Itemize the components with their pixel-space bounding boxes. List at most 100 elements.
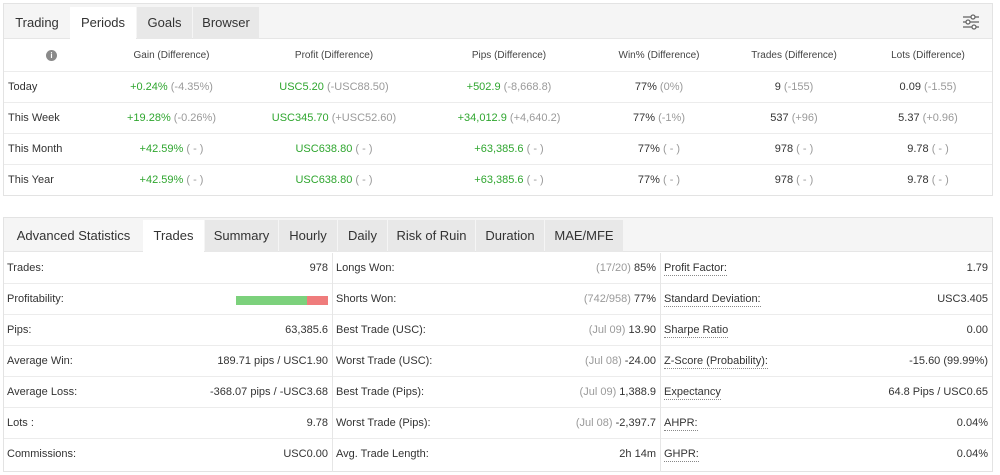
lots-value: 9.78 bbox=[907, 142, 929, 155]
pips-difference: (-8,668.8) bbox=[503, 80, 552, 93]
lots-cell: 9.78 ( - ) bbox=[864, 164, 992, 195]
tab-risk-of-ruin[interactable]: Risk of Ruin bbox=[388, 220, 475, 252]
stat-value: 0.00 bbox=[966, 324, 988, 336]
trades-difference: ( - ) bbox=[796, 142, 814, 155]
stat-row: Best Trade (USC): (Jul 09) 13.90 bbox=[333, 315, 660, 346]
stat-value-group: (Jul 09) 13.90 bbox=[589, 315, 656, 346]
profit-difference: ( - ) bbox=[355, 142, 373, 155]
stat-label[interactable]: Sharpe Ratio bbox=[664, 324, 729, 338]
win-difference: (0%) bbox=[659, 80, 684, 93]
stat-label[interactable]: AHPR: bbox=[664, 417, 698, 431]
stat-row: Expectancy 64.8 Pips / USC0.65 bbox=[661, 377, 992, 408]
stat-value: 1,388.9 bbox=[619, 386, 656, 398]
stat-label: Commissions: bbox=[7, 448, 77, 460]
gain-difference: ( - ) bbox=[186, 142, 204, 155]
stat-label[interactable]: Standard Deviation: bbox=[664, 293, 761, 307]
stat-label: Worst Trade (Pips): bbox=[336, 417, 431, 429]
stat-detail: (Jul 08) bbox=[585, 355, 622, 367]
stats-column-left: Trades: 978 Profitability: Pips: 63,385.6 Ave… bbox=[4, 253, 332, 470]
tab-mae-mfe[interactable]: MAE/MFE bbox=[545, 220, 623, 252]
stat-value: USC3.405 bbox=[937, 293, 988, 305]
tab-summary[interactable]: Summary bbox=[205, 220, 278, 252]
stat-row: GHPR: 0.04% bbox=[661, 439, 992, 470]
advanced-statistics-panel: Advanced Statistics Trades Summary Hourl… bbox=[3, 217, 993, 472]
period-label: This Week bbox=[4, 102, 99, 134]
stat-value: 0.04% bbox=[956, 448, 988, 460]
stat-label-wrap: Standard Deviation: bbox=[664, 284, 761, 315]
stat-label: Avg. Trade Length: bbox=[336, 448, 429, 460]
profitability-bar bbox=[236, 296, 328, 305]
stat-row: Pips: 63,385.6 bbox=[4, 315, 332, 346]
column-header: Trades (Difference) bbox=[724, 40, 864, 72]
filter-settings-icon[interactable] bbox=[962, 13, 980, 31]
profit-cell: USC5.20 (-USC88.50) bbox=[244, 71, 424, 103]
column-header: Win% (Difference) bbox=[594, 40, 724, 72]
tab-browser[interactable]: Browser bbox=[193, 7, 259, 39]
tab-duration[interactable]: Duration bbox=[476, 220, 544, 252]
win-difference: ( - ) bbox=[662, 142, 681, 155]
pips-difference: ( - ) bbox=[526, 142, 544, 155]
stat-label: Best Trade (USC): bbox=[336, 324, 426, 336]
stat-value: 64.8 Pips / USC0.65 bbox=[888, 386, 988, 398]
pips-value: +63,385.6 bbox=[474, 173, 524, 186]
stat-detail: (Jul 09) bbox=[588, 324, 626, 336]
gain-cell: +19.28% (-0.26%) bbox=[99, 102, 244, 134]
stat-value: USC0.00 bbox=[283, 448, 328, 460]
win-cell: 77% ( - ) bbox=[594, 133, 724, 165]
stat-value-group: (Jul 09) 1,388.9 bbox=[580, 377, 656, 408]
stat-row: Average Loss: -368.07 pips / -USC3.68 bbox=[4, 377, 332, 408]
lots-difference: ( - ) bbox=[931, 173, 949, 186]
lots-difference: (+0.96) bbox=[922, 111, 958, 124]
tab-daily[interactable]: Daily bbox=[338, 220, 387, 252]
stat-value: 85% bbox=[633, 262, 656, 274]
column-header: Gain (Difference) bbox=[99, 40, 244, 72]
profit-value: USC345.70 bbox=[271, 111, 329, 124]
lots-value: 9.78 bbox=[907, 173, 929, 186]
period-label: This Year bbox=[8, 173, 54, 186]
tab-trades[interactable]: Trades bbox=[143, 220, 204, 252]
info-icon[interactable]: i bbox=[46, 49, 57, 61]
stat-row: Worst Trade (USC): (Jul 08) -24.00 bbox=[333, 346, 660, 377]
periods-header-row: i Gain (Difference) Profit (Difference) … bbox=[4, 40, 992, 72]
tab-goals[interactable]: Goals bbox=[137, 7, 192, 39]
stat-label-wrap: AHPR: bbox=[664, 408, 698, 439]
stat-row: Lots : 9.78 bbox=[4, 408, 332, 439]
gain-value: +0.24% bbox=[130, 80, 168, 93]
stat-label[interactable]: Z-Score (Probability): bbox=[664, 355, 768, 369]
gain-value: +42.59% bbox=[139, 173, 184, 186]
tab-periods[interactable]: Periods bbox=[70, 7, 136, 39]
stat-label[interactable]: GHPR: bbox=[664, 448, 699, 462]
stat-label[interactable]: Profit Factor: bbox=[664, 262, 727, 276]
stat-value: 77% bbox=[633, 293, 656, 305]
stat-value: -2,397.7 bbox=[615, 417, 656, 429]
stat-row: Standard Deviation: USC3.405 bbox=[661, 284, 992, 315]
period-label: This Month bbox=[4, 133, 99, 165]
profit-cell: USC638.80 ( - ) bbox=[244, 133, 424, 165]
tab-trading[interactable]: Trading bbox=[4, 7, 70, 39]
tab-hourly[interactable]: Hourly bbox=[279, 220, 337, 252]
stat-value: 978 bbox=[309, 262, 328, 274]
stat-value-group: 2h 14m bbox=[619, 439, 656, 470]
pips-cell: +63,385.6 ( - ) bbox=[424, 133, 594, 165]
lots-cell: 0.09 (-1.55) bbox=[864, 71, 992, 103]
stat-row: AHPR: 0.04% bbox=[661, 408, 992, 439]
stat-value-group: (17/20) 85% bbox=[596, 253, 656, 284]
profitability-won-fill bbox=[236, 296, 307, 305]
profit-difference: (-USC88.50) bbox=[326, 80, 389, 93]
stat-row: Average Win: 189.71 pips / USC1.90 bbox=[4, 346, 332, 377]
win-value: 77% bbox=[634, 80, 657, 93]
stat-row: Profit Factor: 1.79 bbox=[661, 253, 992, 284]
periods-row: This Month +42.59% ( - ) USC638.80 ( - ) +6… bbox=[4, 133, 992, 165]
stat-label: Lots : bbox=[7, 417, 34, 429]
stat-value: 0.04% bbox=[956, 417, 988, 429]
win-value: 77% bbox=[637, 173, 660, 186]
tab-advanced-statistics[interactable]: Advanced Statistics bbox=[4, 220, 143, 252]
gain-value: +19.28% bbox=[127, 111, 171, 124]
stat-value: -368.07 pips / -USC3.68 bbox=[209, 386, 328, 398]
periods-row: This Week +19.28% (-0.26%) USC345.70 (+USC… bbox=[4, 102, 992, 134]
stat-label: Best Trade (Pips): bbox=[336, 386, 425, 398]
pips-value: +34,012.9 bbox=[457, 111, 507, 124]
stat-row: Longs Won: (17/20) 85% bbox=[333, 253, 660, 284]
stat-label[interactable]: Expectancy bbox=[664, 386, 721, 400]
win-difference: (-1%) bbox=[658, 111, 685, 124]
